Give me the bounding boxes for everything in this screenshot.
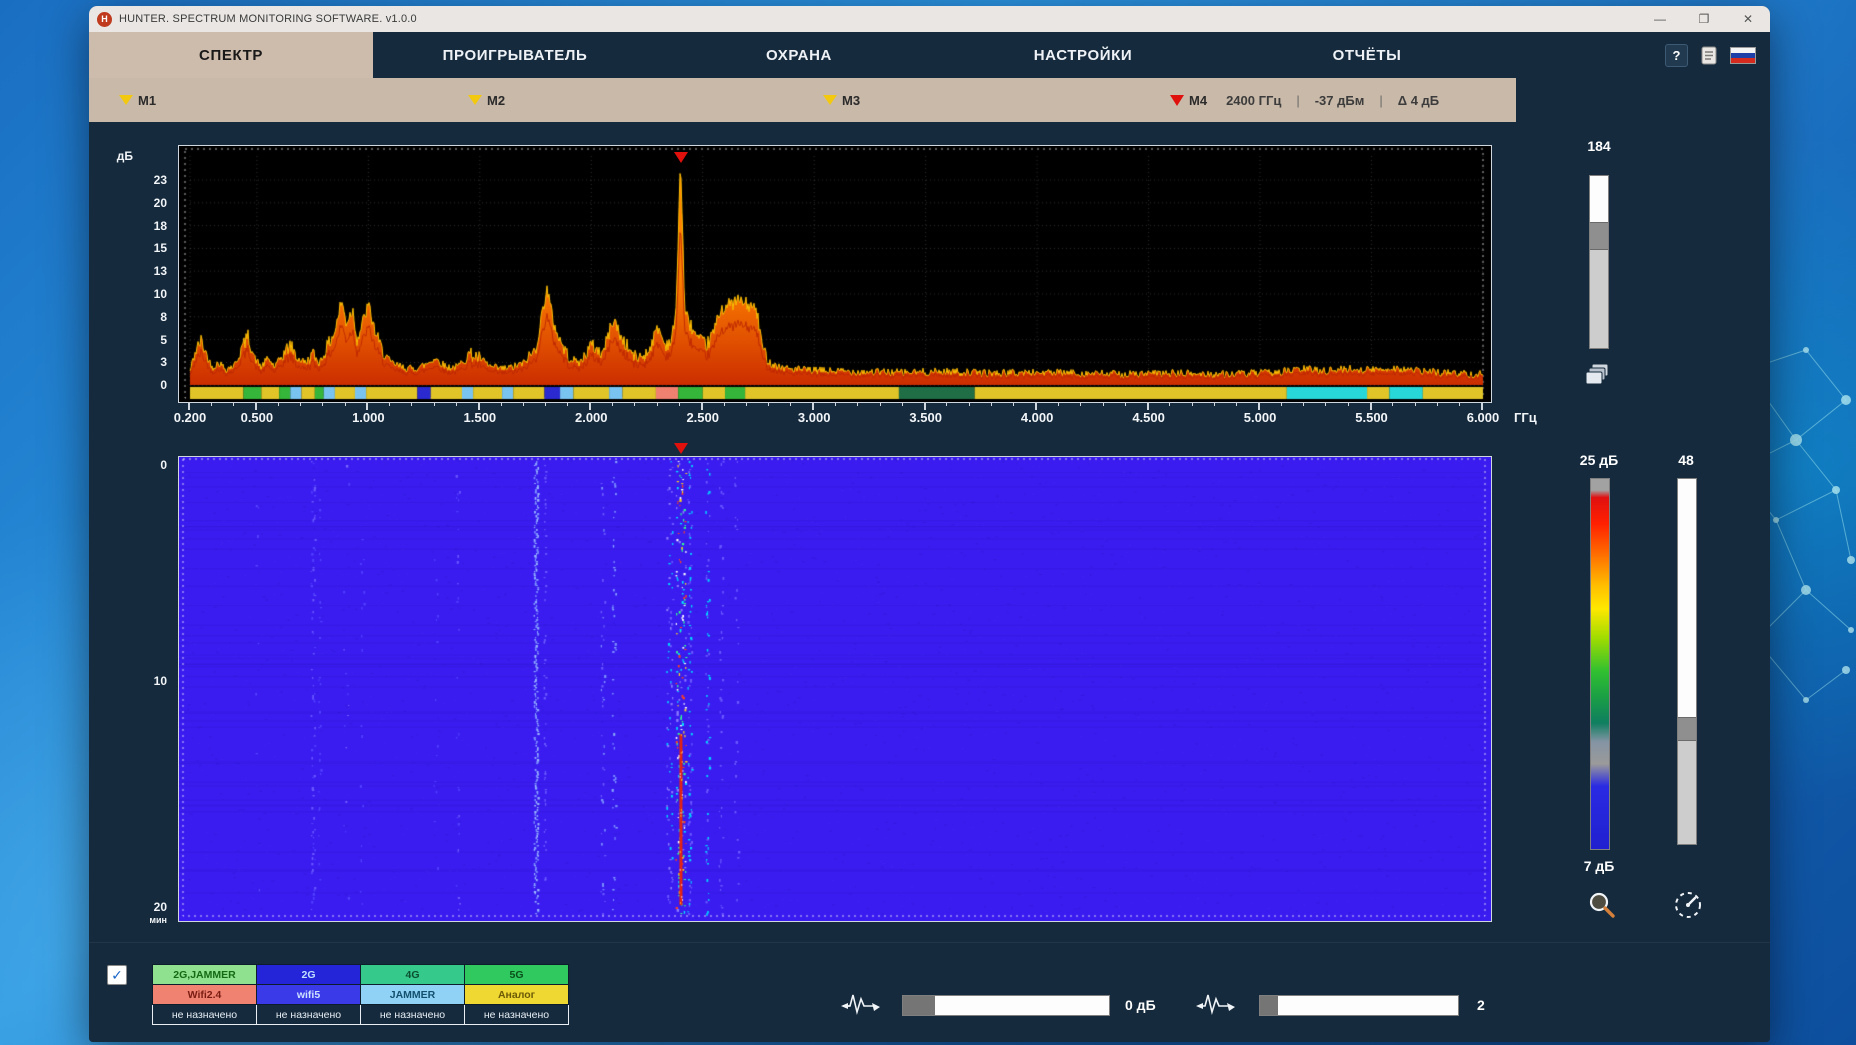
- x-axis-unit: ГГц: [1514, 410, 1537, 425]
- gain-slider-handle[interactable]: [903, 996, 935, 1015]
- x-tick-label: 2.500: [686, 410, 719, 425]
- x-tick-label: 1.500: [463, 410, 497, 425]
- legend-cell[interactable]: Аналог: [464, 984, 569, 1005]
- gain-value: 0 дБ: [1125, 997, 1156, 1013]
- spectrum-plot[interactable]: [179, 146, 1489, 400]
- x-tick-label: 2.000: [574, 410, 608, 425]
- close-button[interactable]: ✕: [1726, 6, 1770, 32]
- spectrum-plot-frame: [178, 145, 1492, 403]
- marker-m4-icon: [1170, 94, 1184, 106]
- tab-player[interactable]: ПРОИГРЫВАТЕЛЬ: [373, 32, 657, 78]
- maximize-button[interactable]: ❐: [1682, 6, 1726, 32]
- span-slider-track-top[interactable]: [1678, 479, 1696, 717]
- ref-level-slider[interactable]: [1589, 175, 1609, 349]
- x-tick-label: 3.000: [797, 410, 831, 425]
- speed-slider[interactable]: [1259, 995, 1459, 1016]
- spectrum-x-axis: 0.200 0.500 1.000 1.500 2.000 2.500 3.000 3.500…: [89, 410, 1589, 428]
- bottom-bar: ✓ 2G,JAMMER 2G 4G 5G Wifi2.4 wifi5 JAMMER Анало…: [89, 942, 1770, 1042]
- speed-waveform-icon: [1196, 994, 1235, 1016]
- span-value: 48: [1678, 452, 1694, 468]
- x-tick-label: 5.000: [1243, 410, 1277, 425]
- gauge-icon[interactable]: [1671, 888, 1705, 922]
- x-tick-label: 6.000: [1466, 410, 1500, 425]
- x-tick-label: 4.500: [1132, 410, 1165, 425]
- gain-waveform-icon: [841, 994, 880, 1016]
- russian-flag-icon[interactable]: [1730, 46, 1756, 64]
- waterfall-y-axis: 0 10 20 мин: [89, 6, 167, 936]
- report-icon[interactable]: [1700, 45, 1718, 65]
- waterfall-plot-frame: [178, 456, 1492, 922]
- m4-delta: Δ 4 дБ: [1397, 92, 1440, 108]
- scale-min-label: 7 дБ: [1583, 858, 1615, 874]
- tab-bar: СПЕКТР ПРОИГРЫВАТЕЛЬ ОХРАНА НАСТРОЙКИ ОТ…: [89, 32, 1770, 78]
- ref-slider-track-top[interactable]: [1590, 176, 1608, 222]
- layers-icon[interactable]: [1583, 362, 1615, 390]
- legend-cell[interactable]: 2G,JAMMER: [152, 964, 257, 985]
- waterfall-tick-0: 0: [160, 458, 167, 472]
- ref-slider-track-bottom[interactable]: [1590, 250, 1608, 348]
- tab-security[interactable]: ОХРАНА: [657, 32, 941, 78]
- waterfall-tick-20: 20: [153, 900, 167, 914]
- spectrum-m4-marker-icon[interactable]: [674, 152, 688, 163]
- marker-m3[interactable]: M3: [823, 93, 860, 108]
- x-tick-label: 1.000: [352, 410, 385, 425]
- x-tick-label: 5.500: [1355, 410, 1388, 425]
- waterfall-y-unit: мин: [149, 915, 167, 925]
- waterfall-tick-10: 10: [153, 674, 167, 688]
- legend-cell[interactable]: 5G: [464, 964, 569, 985]
- marker-bar: M1 M2 M3 M4 2400 ГГц | -37 дБм | Δ 4 дБ: [89, 78, 1516, 122]
- minimize-button[interactable]: —: [1638, 6, 1682, 32]
- gain-slider[interactable]: [902, 995, 1110, 1016]
- marker-m2-icon: [468, 95, 482, 105]
- waterfall-plot[interactable]: [179, 457, 1489, 919]
- waterfall-m4-marker-icon[interactable]: [674, 443, 688, 454]
- m4-frequency: 2400 ГГц: [1226, 92, 1282, 108]
- legend-checkbox[interactable]: ✓: [107, 965, 127, 985]
- legend-table: 2G,JAMMER 2G 4G 5G Wifi2.4 wifi5 JAMMER Аналог н…: [152, 964, 569, 1025]
- help-icon[interactable]: ?: [1665, 43, 1688, 67]
- legend-cell[interactable]: не назначено: [360, 1004, 465, 1025]
- span-slider[interactable]: [1677, 478, 1697, 845]
- marker-m3-icon: [823, 95, 837, 105]
- legend-cell[interactable]: wifi5: [256, 984, 361, 1005]
- legend-cell[interactable]: 2G: [256, 964, 361, 985]
- tab-reports[interactable]: ОТЧЁТЫ: [1225, 32, 1509, 78]
- marker-m2[interactable]: M2: [468, 93, 505, 108]
- legend-cell[interactable]: JAMMER: [360, 984, 465, 1005]
- speed-value: 2: [1477, 997, 1485, 1013]
- m4-level: -37 дБм: [1314, 92, 1365, 108]
- magnifier-icon[interactable]: [1587, 890, 1617, 920]
- marker-m4[interactable]: M4 2400 ГГц | -37 дБм | Δ 4 дБ: [1170, 93, 1439, 108]
- x-tick-label: 0.500: [240, 410, 274, 425]
- legend-table-body: 2G,JAMMER 2G 4G 5G Wifi2.4 wifi5 JAMMER Аналог н…: [152, 964, 569, 1025]
- legend-cell[interactable]: не назначено: [256, 1004, 361, 1025]
- legend-cell[interactable]: Wifi2.4: [152, 984, 257, 1005]
- x-tick-label: 0.200: [173, 410, 207, 425]
- span-slider-handle[interactable]: [1678, 717, 1696, 741]
- legend-cell[interactable]: 4G: [360, 964, 465, 985]
- scale-max-label: 25 дБ: [1579, 452, 1619, 468]
- span-slider-track-bottom[interactable]: [1678, 741, 1696, 844]
- legend-cell[interactable]: не назначено: [152, 1004, 257, 1025]
- tab-settings[interactable]: НАСТРОЙКИ: [941, 32, 1225, 78]
- ref-slider-handle[interactable]: [1590, 222, 1608, 250]
- legend-cell[interactable]: не назначено: [464, 1004, 569, 1025]
- x-tick-label: 4.000: [1020, 410, 1054, 425]
- color-scale-bar[interactable]: [1590, 478, 1610, 850]
- titlebar[interactable]: H HUNTER. SPECTRUM MONITORING SOFTWARE. …: [89, 6, 1770, 32]
- speed-slider-handle[interactable]: [1260, 996, 1278, 1015]
- app-window: H HUNTER. SPECTRUM MONITORING SOFTWARE. …: [89, 6, 1770, 1042]
- x-tick-label: 3.500: [909, 410, 942, 425]
- ref-value: 184: [1587, 138, 1611, 154]
